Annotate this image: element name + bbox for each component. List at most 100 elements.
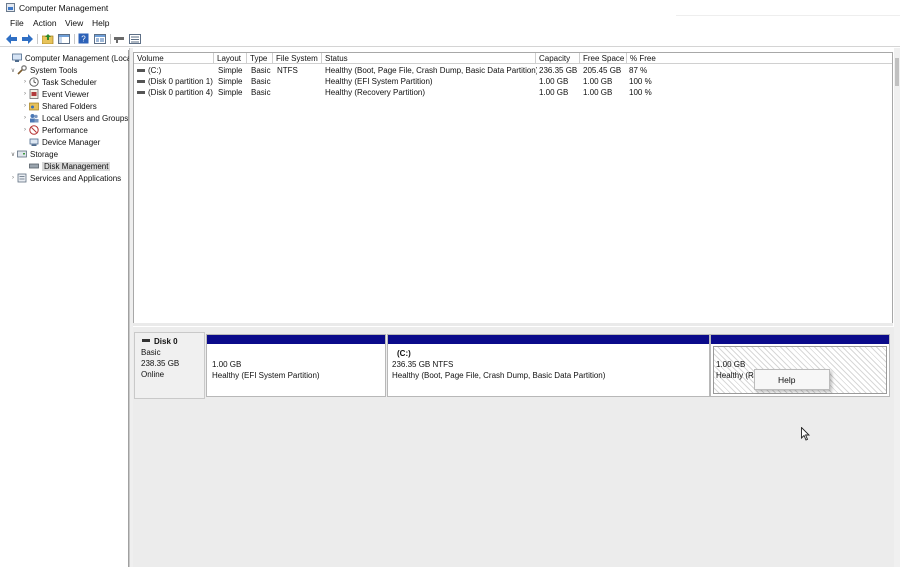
- chevron-down-icon: ∨: [10, 67, 16, 74]
- status-cell: Healthy (Boot, Page File, Crash Dump, Ba…: [325, 66, 537, 75]
- column-header-volume[interactable]: Volume: [134, 53, 214, 64]
- computer-management-icon: [6, 3, 15, 12]
- users-icon: [29, 113, 39, 123]
- chevron-right-icon: ›: [24, 127, 26, 133]
- partition-status: Healthy (Boot, Page File, Crash Dump, Ba…: [392, 371, 606, 380]
- chevron-right-icon: ›: [24, 115, 26, 121]
- storage-icon: [17, 149, 27, 159]
- disk-management-icon: [29, 161, 39, 171]
- column-header-status[interactable]: Status: [322, 53, 536, 64]
- tools-icon: [17, 65, 27, 75]
- drive-icon: [137, 69, 145, 73]
- status-cell: Healthy (EFI System Partition): [325, 77, 433, 86]
- disk-size: 238.35 GB: [141, 359, 180, 368]
- disk-status: Online: [141, 370, 165, 379]
- disk-icon: [142, 339, 150, 342]
- chevron-down-icon: ∨: [10, 151, 16, 158]
- navigation-tree: Computer Management (Local) ∨ System Too…: [4, 50, 136, 567]
- free-space-cell: 205.45 GB: [583, 66, 622, 75]
- tree-item-computer-management[interactable]: Computer Management (Local): [4, 52, 136, 64]
- layout-cell: Simple: [218, 66, 243, 75]
- column-header-capacity[interactable]: Capacity: [536, 53, 580, 64]
- menu-view[interactable]: View: [65, 18, 83, 28]
- percent-free-cell: 100 %: [629, 88, 652, 97]
- tree-item-local-users-groups[interactable]: › Local Users and Groups: [21, 112, 128, 124]
- file-system-cell: [274, 76, 324, 87]
- volume-name-cell[interactable]: (Disk 0 partition 4): [134, 87, 215, 98]
- tree-item-label: System Tools: [30, 65, 78, 75]
- partition-status: Healthy (Re: [716, 371, 759, 380]
- type-cell: Basic: [251, 88, 271, 97]
- scrollbar-thumb[interactable]: [895, 58, 899, 86]
- type-cell: Basic: [251, 77, 271, 86]
- partition-size: 1.00 GB: [716, 360, 746, 369]
- percent-free-cell: 87 %: [629, 66, 648, 75]
- tree-item-label: Performance: [42, 125, 88, 135]
- type-cell: Basic: [251, 66, 271, 75]
- tree-item-system-tools[interactable]: ∨ System Tools: [9, 64, 77, 76]
- tree-item-performance[interactable]: › Performance: [21, 124, 88, 136]
- up-folder-icon[interactable]: [42, 33, 54, 44]
- horizontal-splitter[interactable]: [133, 323, 893, 326]
- drive-icon: [137, 80, 145, 84]
- tree-item-task-scheduler[interactable]: › Task Scheduler: [21, 76, 97, 88]
- menu-action[interactable]: Action: [33, 18, 57, 28]
- show-hide-tree-icon[interactable]: [58, 33, 70, 44]
- properties-icon[interactable]: [94, 33, 106, 44]
- toolbar: ?: [0, 31, 900, 47]
- title-bar: Computer Management: [0, 0, 900, 16]
- volume-name-cell[interactable]: (C:): [134, 65, 214, 76]
- volume-name: (Disk 0 partition 1): [148, 77, 213, 86]
- column-header-percent-free[interactable]: % Free: [627, 53, 892, 64]
- volume-list: Volume Layout Type File System Status Ca…: [133, 52, 893, 326]
- svg-text:?: ?: [81, 35, 86, 44]
- tree-item-label: Shared Folders: [42, 101, 97, 111]
- column-header-type[interactable]: Type: [247, 53, 273, 64]
- drive-icon: [137, 91, 145, 95]
- shared-folder-icon: [29, 101, 39, 111]
- back-icon[interactable]: [6, 33, 18, 44]
- tree-item-label: Computer Management (Local): [25, 53, 136, 63]
- chevron-right-icon: ›: [24, 91, 26, 97]
- partition-bar: [711, 335, 889, 344]
- partition-size: 236.35 GB NTFS: [392, 360, 454, 369]
- file-system-cell: NTFS: [277, 66, 298, 75]
- event-viewer-icon: [29, 89, 39, 99]
- partition-c-drive[interactable]: (C:) 236.35 GB NTFS Healthy (Boot, Page …: [387, 334, 710, 397]
- column-header-layout[interactable]: Layout: [214, 53, 247, 64]
- tree-item-event-viewer[interactable]: › Event Viewer: [21, 88, 89, 100]
- capacity-cell: 236.35 GB: [539, 66, 578, 75]
- disk-0-label[interactable]: Disk 0 Basic 238.35 GB Online: [134, 332, 205, 399]
- vertical-scrollbar[interactable]: [894, 48, 900, 567]
- toolbar-separator: [74, 34, 75, 44]
- tree-item-device-manager[interactable]: Device Manager: [21, 136, 100, 148]
- disk-type: Basic: [141, 348, 161, 357]
- toolbar-separator: [37, 34, 38, 44]
- disk-icon[interactable]: [114, 33, 126, 44]
- tree-item-storage[interactable]: ∨ Storage: [9, 148, 58, 160]
- forward-icon[interactable]: [21, 33, 33, 44]
- help-icon[interactable]: ?: [78, 33, 90, 44]
- percent-free-cell: 100 %: [629, 77, 652, 86]
- tree-item-services-applications[interactable]: › Services and Applications: [9, 172, 121, 184]
- settings-list-icon[interactable]: [129, 33, 141, 44]
- menu-help[interactable]: Help: [92, 18, 109, 28]
- file-system-cell: [274, 87, 324, 98]
- partition-title: (C:): [397, 349, 411, 358]
- partition-efi[interactable]: 1.00 GB Healthy (EFI System Partition): [206, 334, 386, 397]
- menu-file[interactable]: File: [10, 18, 24, 28]
- window-title: Computer Management: [19, 3, 109, 13]
- tree-item-label: Storage: [30, 149, 59, 159]
- tree-item-shared-folders[interactable]: › Shared Folders: [21, 100, 97, 112]
- tree-item-disk-management[interactable]: Disk Management: [21, 160, 111, 172]
- volume-name-cell[interactable]: (Disk 0 partition 1): [134, 76, 215, 87]
- partition-status: Healthy (EFI System Partition): [212, 371, 320, 380]
- chevron-right-icon: ›: [24, 103, 26, 109]
- volume-name: (C:): [148, 66, 162, 75]
- tree-item-label: Local Users and Groups: [42, 113, 129, 123]
- column-header-free-space[interactable]: Free Space: [580, 53, 627, 64]
- column-header-file-system[interactable]: File System: [273, 53, 322, 64]
- context-menu-help[interactable]: Help: [755, 370, 829, 389]
- partition-size: 1.00 GB: [212, 360, 242, 369]
- menu-bar: File Action View Help: [0, 16, 900, 30]
